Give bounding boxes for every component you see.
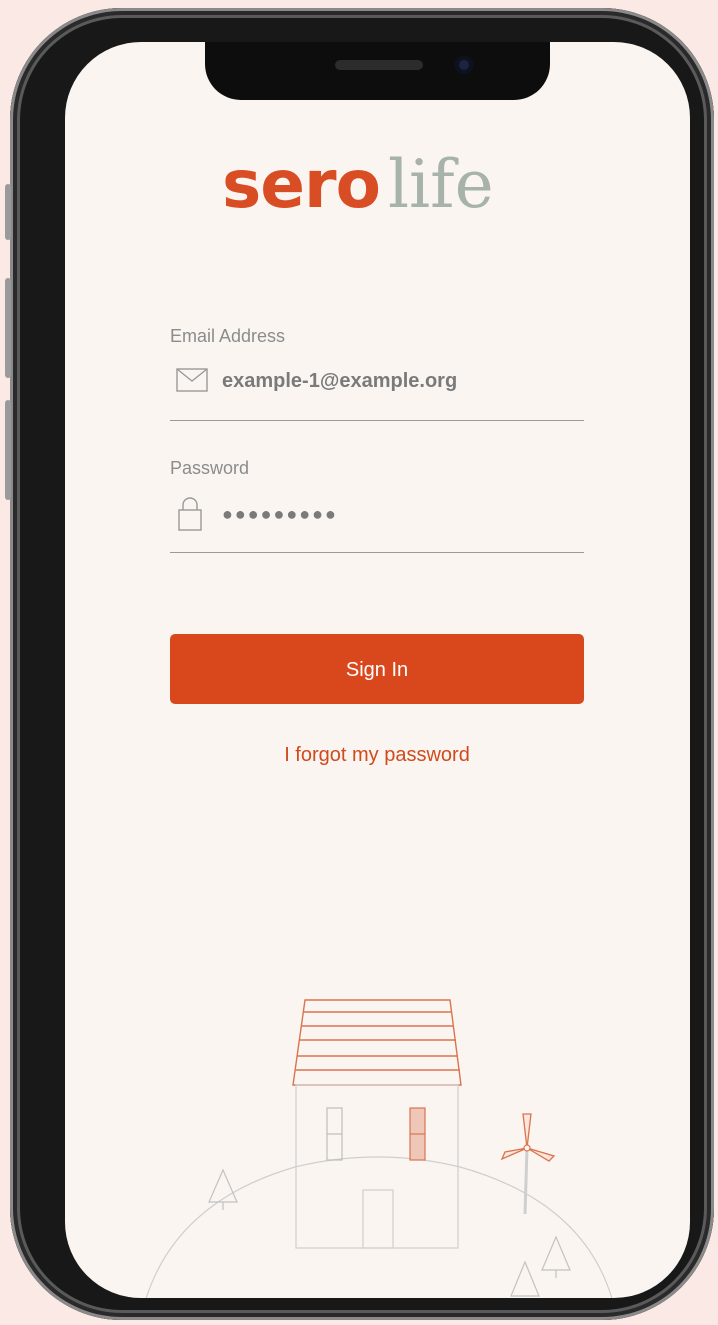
side-button-volume-up <box>5 278 11 378</box>
password-value[interactable]: ●●●●●●●●● <box>222 504 338 525</box>
email-label: Email Address <box>170 326 286 346</box>
phone-frame: sero life Email Address example-1@example… <box>5 8 714 1320</box>
speaker-grille <box>335 60 423 70</box>
password-field[interactable]: ●●●●●●●●● <box>170 488 584 553</box>
side-button-volume-down <box>5 400 11 500</box>
app-logo: sero life <box>222 152 494 218</box>
logo-sero: sero <box>222 146 381 223</box>
roof <box>292 999 462 1086</box>
house-hill-illustration <box>145 999 613 1298</box>
lock-icon <box>178 496 202 536</box>
front-camera <box>455 56 473 74</box>
notch <box>205 42 550 100</box>
side-button-silent <box>5 184 11 240</box>
email-value[interactable]: example-1@example.org <box>222 370 457 393</box>
sign-in-button[interactable]: Sign In <box>170 634 584 704</box>
forgot-password-link[interactable]: I forgot my password <box>170 744 584 767</box>
logo-life: life <box>387 146 494 223</box>
email-field[interactable]: example-1@example.org <box>170 356 584 421</box>
password-label: Password <box>170 458 250 478</box>
login-screen: sero life Email Address example-1@example… <box>65 42 690 1298</box>
envelope-icon <box>176 368 208 396</box>
